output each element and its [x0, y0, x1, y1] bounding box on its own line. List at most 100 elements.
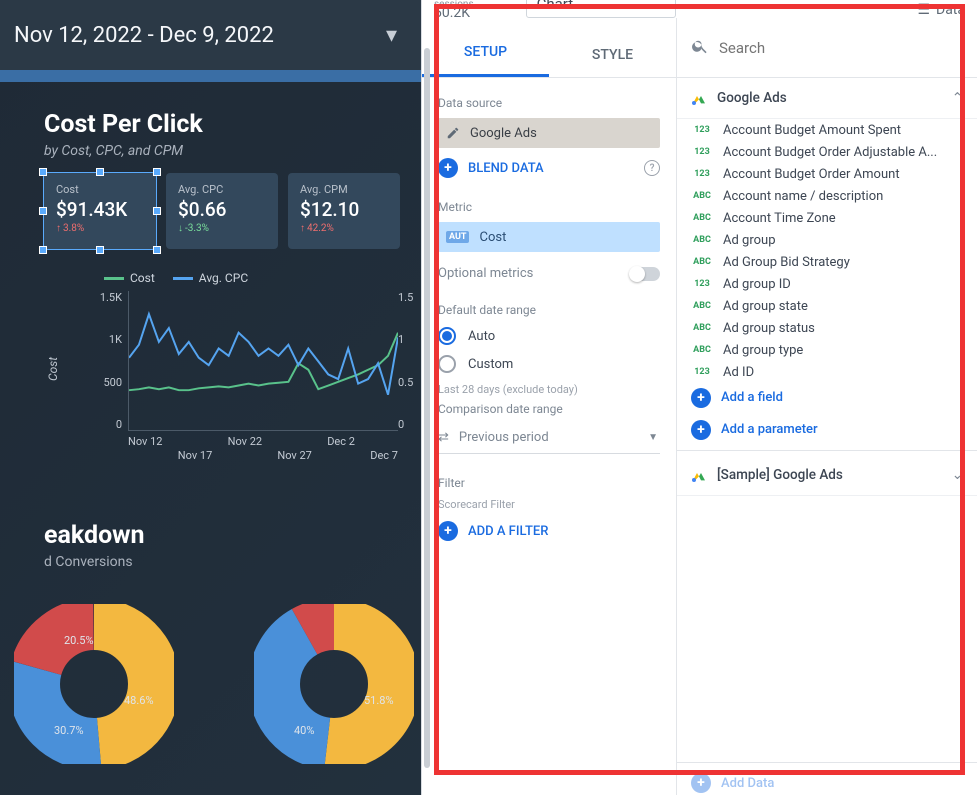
- card-label: Avg. CPC: [178, 183, 266, 196]
- chevron-icon: ⌄: [952, 467, 963, 483]
- field-type-badge: 123: [691, 169, 713, 179]
- field-item[interactable]: ABCAccount Time Zone: [677, 207, 977, 229]
- sample-datasource-header[interactable]: [Sample] Google Ads ⌄: [677, 455, 977, 496]
- field-name: Ad group ID: [723, 277, 791, 292]
- date-range-picker[interactable]: Nov 12, 2022 - Dec 9, 2022 ▾: [0, 0, 421, 70]
- filter-heading: Filter: [438, 476, 660, 490]
- optional-metrics-toggle[interactable]: [630, 267, 660, 281]
- setup-column: SETUP STYLE Data source Google Ads + BLE…: [422, 18, 677, 795]
- breakdown-title: eakdown: [44, 521, 421, 550]
- metric-heading: Metric: [438, 200, 660, 214]
- field-item[interactable]: 123Account Budget Order Amount: [677, 163, 977, 185]
- google-ads-icon: [691, 467, 707, 483]
- data-tab[interactable]: ☰ Data: [917, 2, 965, 18]
- card-label: Avg. CPM: [300, 183, 388, 196]
- plus-icon: +: [438, 158, 458, 178]
- search-icon: [691, 37, 709, 59]
- field-type-badge: 123: [691, 279, 713, 289]
- field-item[interactable]: ABC Ad group: [677, 229, 977, 251]
- add-parameter-button[interactable]: + Add a parameter: [677, 414, 977, 446]
- y-axis-left-label: Cost: [46, 357, 60, 381]
- y-ticks-left: 1.5K1K 5000: [96, 291, 122, 431]
- default-date-range-heading: Default date range: [438, 303, 660, 317]
- metric-chip[interactable]: AUT Cost: [438, 222, 660, 252]
- panel-tabs: SETUP STYLE: [422, 18, 676, 78]
- field-type-badge: ABC: [691, 257, 713, 267]
- breakdown-section: eakdown d Conversions 48.6%30.7%20.5%51.…: [44, 521, 421, 764]
- datasource-header[interactable]: Google Ads ⌃: [677, 78, 977, 119]
- field-name: Ad group state: [723, 299, 808, 314]
- panel-top-row: sessions 60.2K Chart⌄ ☰ Data: [422, 0, 977, 18]
- field-item[interactable]: 123Account Budget Amount Spent: [677, 119, 977, 141]
- blend-data-button[interactable]: + BLEND DATA ?: [438, 158, 660, 178]
- plus-icon: +: [691, 773, 711, 793]
- info-icon[interactable]: ?: [644, 160, 660, 176]
- field-item[interactable]: ABC Ad group state: [677, 295, 977, 317]
- data-column: Google Ads ⌃ 123Account Budget Amount Sp…: [677, 18, 977, 795]
- line-chart[interactable]: Cost Avg. CPC 1.5K1K 5000 1.51 0.50 Nov …: [72, 291, 421, 471]
- progress-strip: [0, 70, 421, 82]
- field-name: Ad ID: [723, 365, 754, 380]
- pencil-icon: [446, 126, 460, 140]
- sessions-value: 60.2K: [434, 9, 474, 18]
- chart-type-dropdown[interactable]: Chart⌄: [526, 0, 676, 18]
- dashboard-canvas: Nov 12, 2022 - Dec 9, 2022 ▾ Cost Per Cl…: [0, 0, 421, 795]
- tab-setup[interactable]: SETUP: [422, 44, 549, 77]
- field-name: Account Budget Amount Spent: [723, 123, 901, 138]
- filter-subheading: Scorecard Filter: [438, 498, 660, 511]
- chart-legend: Cost Avg. CPC: [104, 271, 421, 285]
- radio-auto[interactable]: Auto: [438, 327, 660, 345]
- scorecard-row: Cost $91.43K ↑3.8% Avg. CPC $0.66 ↓-3.3%…: [44, 173, 421, 249]
- card-value: $91.43K: [56, 198, 144, 221]
- field-type-badge: ABC: [691, 301, 713, 311]
- dropdown-arrow-icon: ▾: [386, 23, 397, 48]
- metric-type-badge: AUT: [446, 231, 469, 243]
- field-type-badge: ABC: [691, 235, 713, 245]
- field-name: Ad group: [723, 233, 776, 248]
- y-ticks-right: 1.51 0.50: [398, 291, 420, 431]
- field-item[interactable]: ABCAd Group Bid Strategy: [677, 251, 977, 273]
- field-name: Ad group status: [723, 321, 815, 336]
- scrollbar[interactable]: [424, 48, 430, 768]
- tab-style[interactable]: STYLE: [549, 47, 676, 77]
- field-item[interactable]: ABCAccount name / description: [677, 185, 977, 207]
- add-data-button[interactable]: + Add Data: [677, 767, 977, 795]
- field-name: Account Budget Order Adjustable A...: [723, 145, 937, 160]
- field-item[interactable]: ABC Ad group status: [677, 317, 977, 339]
- card-delta: ↑42.2%: [300, 223, 388, 234]
- scorecard-cpm[interactable]: Avg. CPM $12.10 ↑42.2%: [288, 173, 400, 249]
- field-type-badge: ABC: [691, 213, 713, 223]
- search-input[interactable]: [719, 39, 963, 57]
- x-ticks: Nov 12 Nov 17 Nov 22 Nov 27 Dec 2 Dec 7: [128, 435, 398, 448]
- card-label: Cost: [56, 183, 144, 196]
- field-item[interactable]: 123 Ad group ID: [677, 273, 977, 295]
- scorecard-cost[interactable]: Cost $91.43K ↑3.8%: [44, 173, 156, 249]
- plus-icon: +: [438, 521, 458, 541]
- field-list[interactable]: 123Account Budget Amount Spent123Account…: [677, 119, 977, 382]
- plus-icon: +: [691, 420, 711, 440]
- field-search[interactable]: [677, 18, 977, 78]
- table-icon: ☰: [917, 2, 930, 18]
- card-value: $0.66: [178, 198, 266, 221]
- scorecard-cpc[interactable]: Avg. CPC $0.66 ↓-3.3%: [166, 173, 278, 249]
- add-field-button[interactable]: + Add a field: [677, 382, 977, 414]
- properties-panel: sessions 60.2K Chart⌄ ☰ Data SETUP STYLE…: [421, 0, 977, 795]
- field-item[interactable]: 123 Ad ID: [677, 361, 977, 382]
- add-filter-button[interactable]: + ADD A FILTER: [438, 521, 660, 541]
- comparison-range-dropdown[interactable]: ⇄ Previous period ▼: [438, 424, 660, 454]
- radio-icon: [438, 327, 456, 345]
- radio-icon: [438, 355, 456, 373]
- data-source-chip[interactable]: Google Ads: [438, 118, 660, 148]
- optional-metrics-label: Optional metrics: [438, 266, 533, 281]
- field-item[interactable]: 123Account Budget Order Adjustable A...: [677, 141, 977, 163]
- chevron-down-icon: ▼: [648, 432, 658, 443]
- card-delta: ↑3.8%: [56, 223, 144, 234]
- field-type-badge: 123: [691, 367, 713, 377]
- radio-custom[interactable]: Custom: [438, 355, 660, 373]
- date-range-text: Nov 12, 2022 - Dec 9, 2022: [14, 23, 274, 48]
- section-title: Cost Per Click: [44, 110, 421, 139]
- field-name: Account name / description: [723, 189, 883, 204]
- field-item[interactable]: ABCAd group type: [677, 339, 977, 361]
- field-type-badge: ABC: [691, 323, 713, 333]
- card-delta: ↓-3.3%: [178, 223, 266, 234]
